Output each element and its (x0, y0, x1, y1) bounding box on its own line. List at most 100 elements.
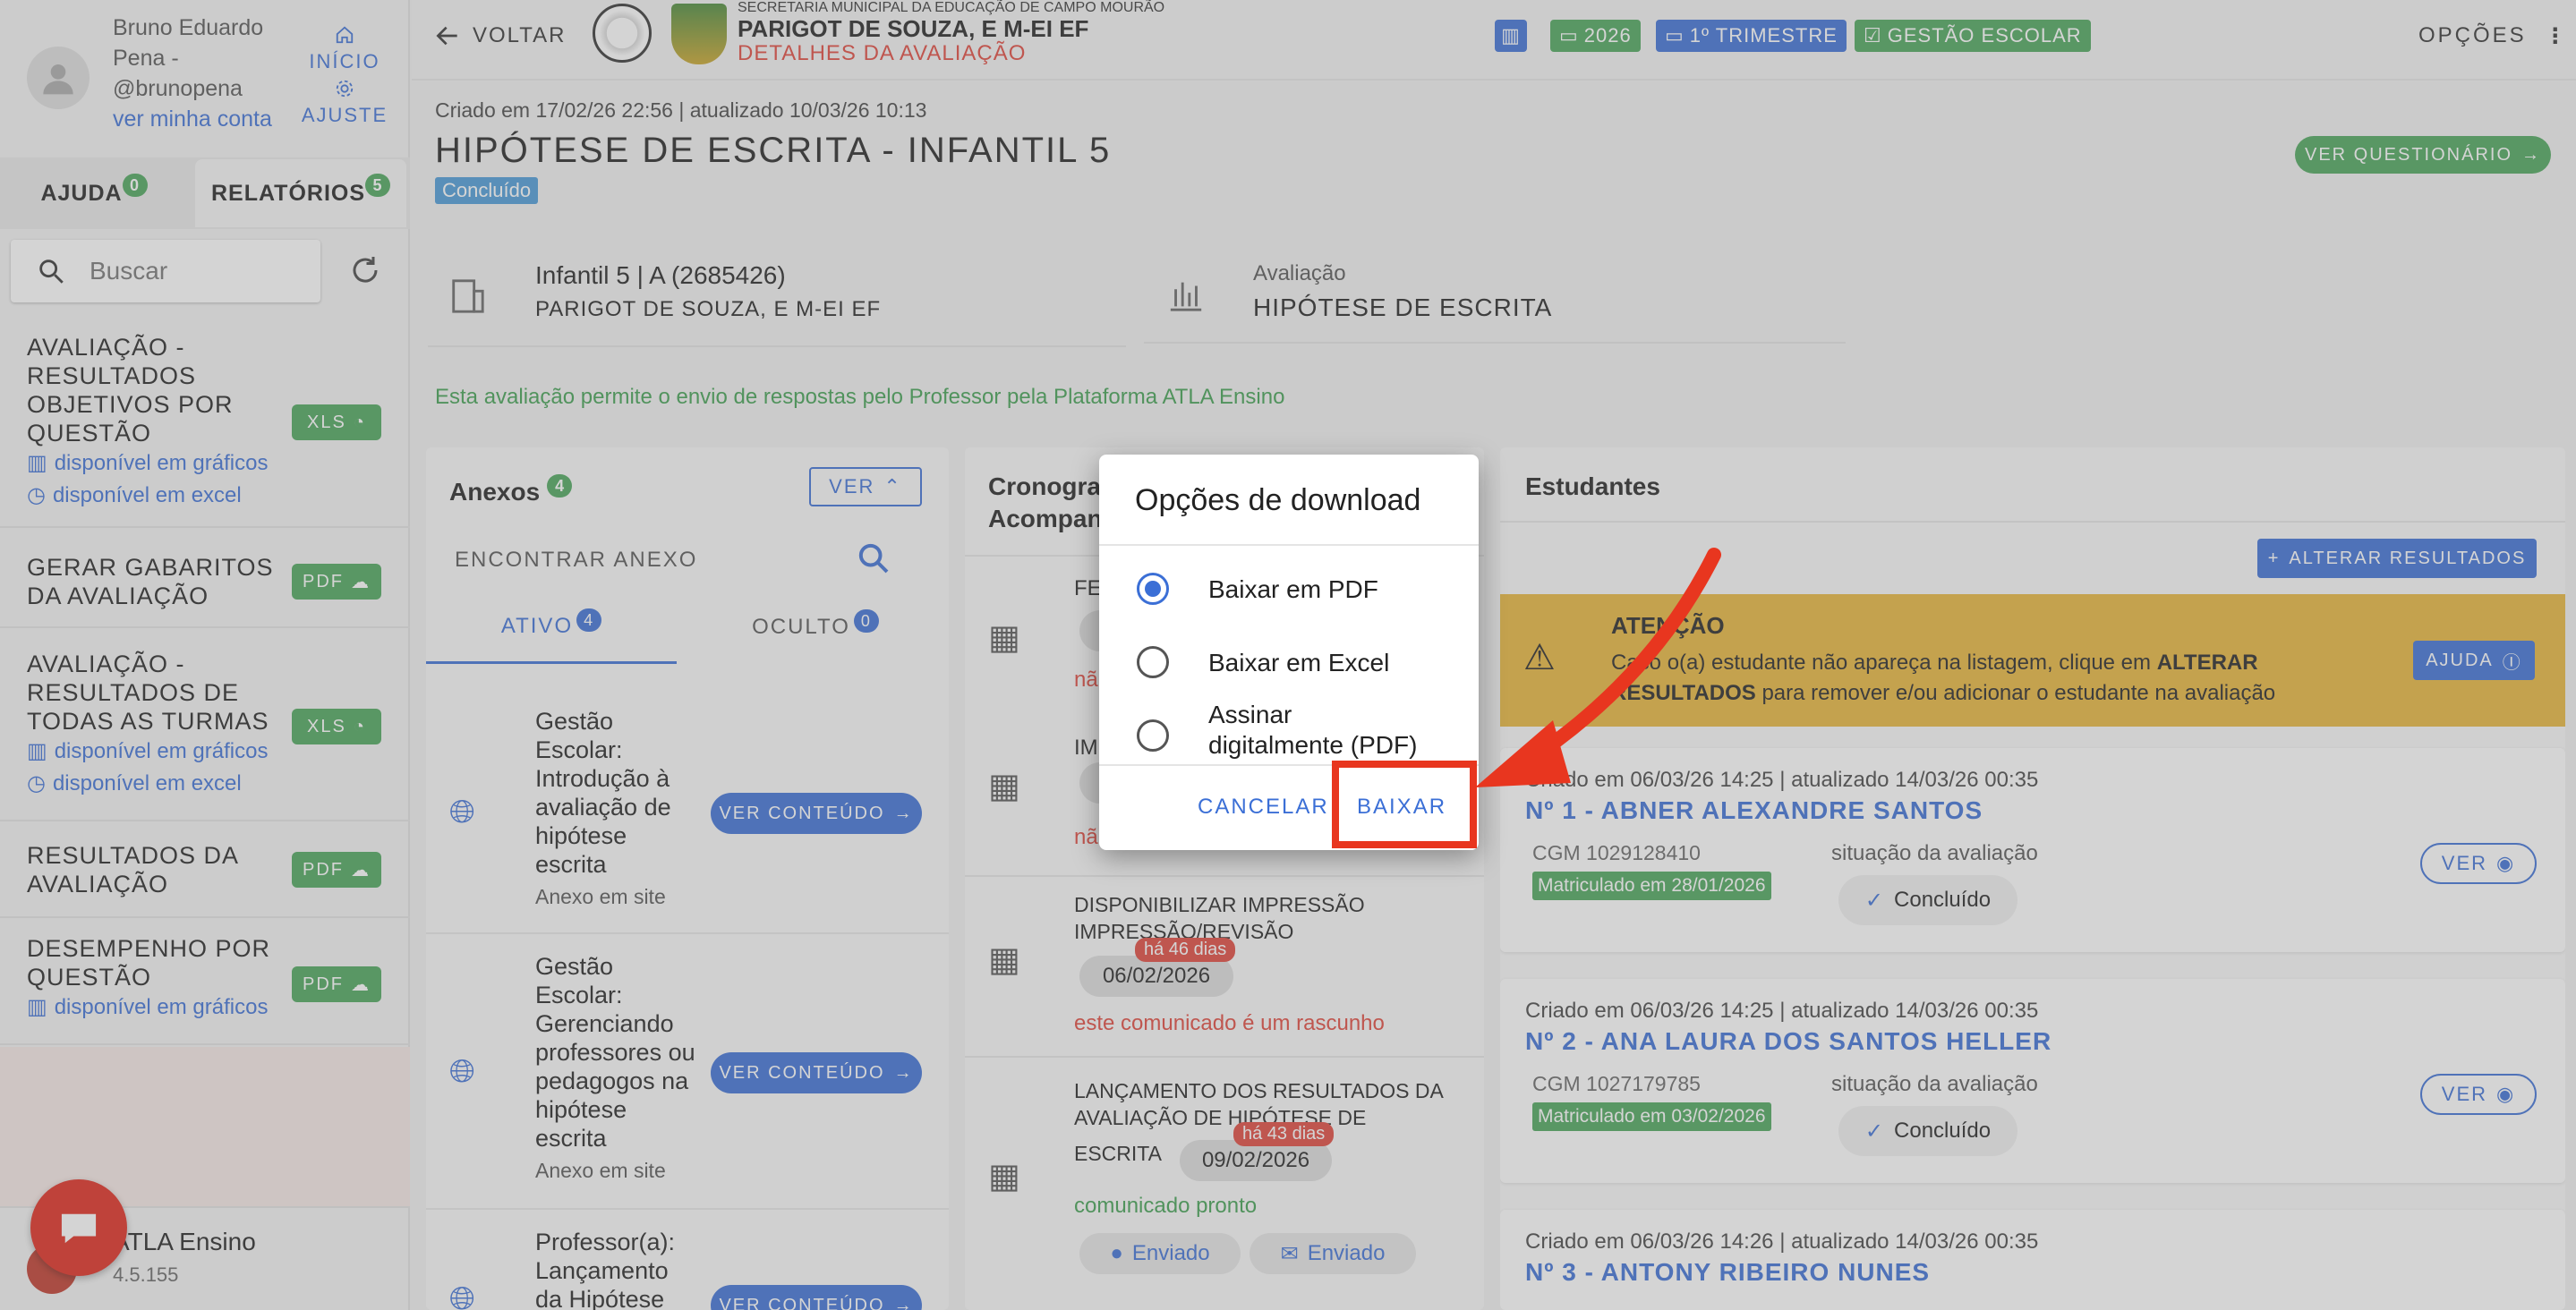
chart-link[interactable]: ▥ disponível em gráficos (27, 736, 269, 768)
excel-link[interactable]: ◷ disponível em excel (27, 480, 268, 512)
report-item[interactable]: AVALIAÇÃO - RESULTADOS OBJETIVOS POR QUE… (0, 320, 410, 528)
user-name: Bruno Eduardo (113, 15, 264, 40)
tab-help[interactable]: AJUDA 0 (0, 157, 188, 229)
cancel-button[interactable]: CANCELAR (1198, 795, 1329, 820)
avatar[interactable] (27, 47, 90, 109)
app-version: 4.5.155 (113, 1263, 179, 1286)
attachment-title: pedagogos na (535, 1068, 689, 1094)
check-circle-icon: ✓ (1864, 888, 1884, 913)
stats-button[interactable]: ▥ (1495, 20, 1527, 52)
view-content-button[interactable]: VER CONTEÚDO → (711, 1052, 922, 1093)
questionnaire-button[interactable]: VER QUESTIONÁRIO → (2295, 136, 2551, 174)
student-cgm: CGM 1029128410 (1532, 841, 1701, 864)
mode-chip[interactable]: ☑ GESTÃO ESCOLAR (1855, 20, 2091, 52)
student-name[interactable]: Nº 3 - ANTONY RIBEIRO NUNES (1525, 1258, 1930, 1287)
tab-hidden[interactable]: OCULTO 0 (686, 591, 945, 664)
calendar-icon: ▦ (988, 941, 1020, 979)
student-cgm: CGM 1027179785 (1532, 1072, 1701, 1095)
term-chip[interactable]: ▭ 1º TRIMESTRE (1656, 20, 1847, 52)
attachment-title: Gestão (535, 708, 614, 735)
back-button[interactable]: VOLTAR (433, 21, 566, 50)
evaluation-title: HIPÓTESE DE ESCRITA - INFANTIL 5 (435, 131, 1112, 170)
schedule-note: nã (1074, 668, 1098, 692)
home-link[interactable]: INÍCIO (304, 25, 385, 73)
schedule-item-title: IM (1074, 736, 1098, 760)
excel-link[interactable]: ◷ disponível em excel (27, 768, 269, 800)
evaluation-label: Avaliação (1253, 261, 1346, 285)
report-title: TODAS AS TURMAS (27, 708, 269, 735)
view-student-button[interactable]: VER ◉ (2420, 1074, 2537, 1115)
option-pdf[interactable]: Baixar em PDF (1099, 560, 1479, 619)
clock-icon: ◷ (27, 771, 46, 795)
refresh-icon[interactable] (349, 254, 381, 291)
alter-results-button[interactable]: + ALTERAR RESULTADOS (2257, 539, 2537, 578)
attachment-title: escrita (535, 1125, 607, 1152)
alert-help-button[interactable]: AJUDA ⓘ (2413, 641, 2535, 680)
pdf-download-button[interactable]: PDF ☁ (292, 966, 381, 1002)
view-content-button[interactable]: VER CONTEÚDO → (711, 1285, 922, 1310)
radio-sign[interactable] (1137, 719, 1169, 752)
pdf-download-button[interactable]: PDF ☁ (292, 852, 381, 888)
options-label: OPÇÕES (2418, 23, 2527, 47)
attachment-title: Gerenciando (535, 1010, 674, 1037)
report-item[interactable]: AVALIAÇÃO - RESULTADOS DE TODAS AS TURMA… (0, 630, 410, 821)
check-icon: ☑ (1864, 24, 1882, 47)
report-item[interactable]: RESULTADOS DA AVALIAÇÃO PDF ☁ (0, 823, 410, 918)
radio-pdf[interactable] (1137, 573, 1169, 605)
class-info: Infantil 5 | A (2685426) PARIGOT DE SOUZ… (428, 249, 1126, 347)
options-menu[interactable]: OPÇÕES ⋮ (2418, 23, 2569, 49)
chart-link[interactable]: ▥ disponível em gráficos (27, 991, 270, 1024)
option-excel[interactable]: Baixar em Excel (1099, 634, 1479, 693)
report-item[interactable]: DESEMPENHO POR QUESTÃO ▥ disponível em gr… (0, 920, 410, 1045)
page-title: DETALHES DA AVALIAÇÃO (738, 41, 1027, 65)
class-school: PARIGOT DE SOUZA, E M-EI EF (535, 297, 882, 321)
student-card: Criado em 06/03/26 14:25 | atualizado 14… (1500, 979, 2565, 1183)
report-item[interactable]: GERAR GABARITOS DA AVALIAÇÃO PDF ☁ (0, 530, 410, 628)
student-meta: Criado em 06/03/26 14:26 | atualizado 14… (1525, 1229, 2039, 1254)
schedule-note: nã (1074, 825, 1098, 849)
radio-excel[interactable] (1137, 646, 1169, 678)
settings-link[interactable]: AJUSTE (300, 79, 389, 127)
year-chip[interactable]: ▭ 2026 (1550, 20, 1641, 52)
search-box[interactable] (11, 240, 320, 302)
attachment-title: Gestão (535, 953, 614, 980)
status-label: situação da avaliação (1831, 1072, 2038, 1096)
students-title: Estudantes (1525, 472, 1660, 500)
search-icon[interactable] (856, 540, 891, 581)
student-name[interactable]: Nº 2 - ANA LAURA DOS SANTOS HELLER (1525, 1027, 2051, 1056)
schedule-note: este comunicado é um rascunho (1074, 1011, 1385, 1035)
report-title: QUESTÃO (27, 964, 152, 991)
eye-icon: ◉ (2496, 852, 2516, 874)
search-input[interactable] (90, 257, 304, 285)
calendar-icon: ▦ (988, 768, 1020, 805)
arrow-right-icon: → (2521, 144, 2542, 165)
attachments-panel: Anexos 4 VER ⌃ ENCONTRAR ANEXO ATIVO 4 OC… (426, 447, 949, 1310)
view-student-button[interactable]: VER ◉ (2420, 843, 2537, 884)
xls-download-button[interactable]: XLS ◔ (292, 709, 381, 744)
notice-text: Esta avaliação permite o envio de respos… (435, 385, 1285, 409)
chat-button[interactable] (30, 1179, 127, 1276)
attachment-title: Lançamento (535, 1257, 669, 1284)
attachments-count-badge: 4 (547, 474, 573, 498)
tab-active[interactable]: ATIVO 4 (426, 591, 677, 664)
report-title: RESULTADOS DA (27, 842, 240, 869)
attachment-item: 🌐︎ Gestão Escolar: Introdução à avaliaçã… (426, 694, 949, 934)
cloud-download-icon: ☁ (351, 974, 371, 995)
profile-link[interactable]: ver minha conta (113, 104, 272, 134)
schedule-item: ▦ LANÇAMENTO DOS RESULTADOS DA AVALIAÇÃO… (965, 1074, 1484, 1310)
schedule-item-title: LANÇAMENTO DOS RESULTADOS DA (1074, 1079, 1444, 1102)
status-chip: ✓ Concluído (1838, 1106, 2017, 1156)
view-content-button[interactable]: VER CONTEÚDO → (711, 793, 922, 834)
chart-link[interactable]: ▥ disponível em gráficos (27, 447, 268, 480)
arrow-right-icon: → (893, 803, 914, 823)
evaluation-name: HIPÓTESE DE ESCRITA (1253, 293, 1553, 321)
pdf-download-button[interactable]: PDF ☁ (292, 564, 381, 600)
download-button[interactable]: BAIXAR (1357, 795, 1446, 820)
tab-reports[interactable]: RELATÓRIOS 5 (195, 159, 406, 227)
report-title: GERAR GABARITOS (27, 554, 274, 581)
attachments-toggle-button[interactable]: VER ⌃ (809, 467, 922, 506)
sidebar: Bruno Eduardo Pena - @brunopena ver minh… (0, 0, 410, 1310)
xls-download-button[interactable]: XLS ◔ (292, 404, 381, 440)
bar-chart-icon: ▥ (27, 739, 47, 763)
annotation-arrow (1475, 548, 1721, 787)
